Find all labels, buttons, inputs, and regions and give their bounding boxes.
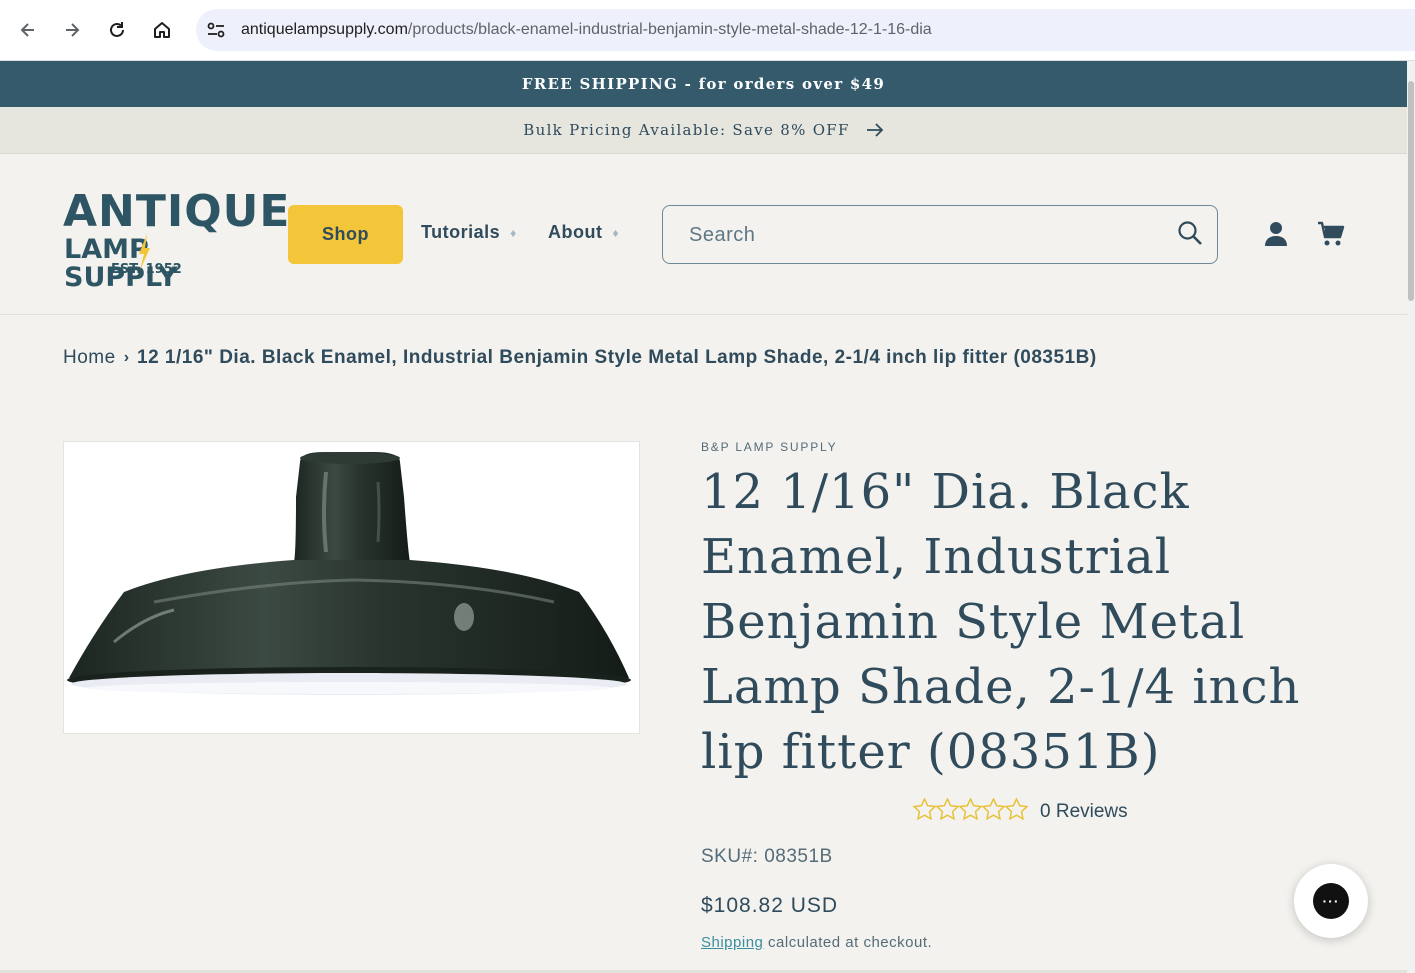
- star-empty-icon: [981, 797, 1006, 825]
- breadcrumb-home[interactable]: Home: [63, 347, 116, 369]
- forward-button[interactable]: [55, 13, 89, 47]
- diamond-icon: ♦: [510, 225, 517, 240]
- home-icon: [154, 22, 170, 38]
- back-button[interactable]: [11, 13, 45, 47]
- forward-arrow-icon: [66, 23, 80, 37]
- free-shipping-text: FREE SHIPPING - for orders over $49: [521, 75, 886, 93]
- free-shipping-banner: FREE SHIPPING - for orders over $49: [0, 61, 1407, 107]
- scrollbar-thumb[interactable]: [1408, 81, 1414, 301]
- product-sku: SKU#: 08351B: [701, 846, 833, 867]
- chat-icon: ···: [1313, 883, 1349, 919]
- rating-stars[interactable]: 0 Reviews: [912, 797, 1128, 825]
- star-empty-icon: [912, 797, 937, 825]
- logo-line-est: EST. 1952: [111, 262, 182, 277]
- header-divider: [0, 314, 1407, 315]
- browser-toolbar: antiquelampsupply.com/products/black-ena…: [0, 0, 1415, 61]
- nav-about[interactable]: About ♦: [548, 222, 619, 243]
- url-path: /products/black-enamel-industrial-benjam…: [407, 21, 932, 38]
- star-empty-icon: [958, 797, 983, 825]
- shipping-note-text: calculated at checkout.: [763, 934, 933, 951]
- site-logo[interactable]: ANTIQUE LAMP SUPPLY EST. 1952: [63, 190, 289, 292]
- url-text[interactable]: antiquelampsupply.com/products/black-ena…: [241, 21, 932, 39]
- bulk-pricing-text: Bulk Pricing Available: Save 8% OFF: [523, 121, 850, 139]
- diamond-icon: ♦: [612, 225, 620, 240]
- chat-widget-button[interactable]: ···: [1294, 864, 1368, 938]
- reload-icon: [110, 22, 124, 37]
- site-settings-icon[interactable]: [206, 21, 226, 44]
- chevron-right-icon: ›: [123, 349, 130, 366]
- shipping-link[interactable]: Shipping: [701, 934, 763, 951]
- star-empty-icon: [1004, 797, 1029, 825]
- address-bar[interactable]: antiquelampsupply.com/products/black-ena…: [196, 9, 1415, 51]
- shipping-note: Shipping calculated at checkout.: [701, 934, 932, 951]
- search-box: [662, 205, 1218, 264]
- page-scrollbar[interactable]: [1407, 61, 1415, 973]
- lamp-shade-image: [67, 452, 631, 695]
- account-icon[interactable]: [1264, 220, 1288, 253]
- breadcrumb-current: 12 1/16" Dia. Black Enamel, Industrial B…: [137, 347, 1097, 368]
- back-arrow-icon: [20, 23, 34, 37]
- url-domain: antiquelampsupply.com: [241, 21, 408, 38]
- logo-line-antique: ANTIQUE: [63, 186, 291, 237]
- product-price: $108.82 USD: [701, 894, 839, 917]
- bulk-pricing-banner[interactable]: Bulk Pricing Available: Save 8% OFF: [0, 107, 1407, 154]
- search-icon[interactable]: [1177, 220, 1203, 251]
- breadcrumb: Home › 12 1/16" Dia. Black Enamel, Indus…: [63, 347, 1097, 369]
- arrow-right-icon: [866, 123, 884, 137]
- shop-button[interactable]: Shop: [288, 205, 403, 264]
- product-vendor: B&P LAMP SUPPLY: [701, 440, 838, 454]
- cart-icon[interactable]: [1317, 220, 1345, 253]
- product-title: 12 1/16" Dia. Black Enamel, Industrial B…: [701, 464, 1301, 780]
- review-count[interactable]: 0 Reviews: [1040, 801, 1128, 823]
- product-image[interactable]: [63, 441, 640, 734]
- search-input[interactable]: [687, 218, 1151, 252]
- nav-about-label: About: [548, 222, 603, 242]
- nav-tutorials[interactable]: Tutorials ♦: [421, 222, 517, 243]
- reload-button[interactable]: [100, 13, 134, 47]
- nav-tutorials-label: Tutorials: [421, 222, 501, 242]
- star-empty-icon: [935, 797, 960, 825]
- home-button[interactable]: [145, 13, 179, 47]
